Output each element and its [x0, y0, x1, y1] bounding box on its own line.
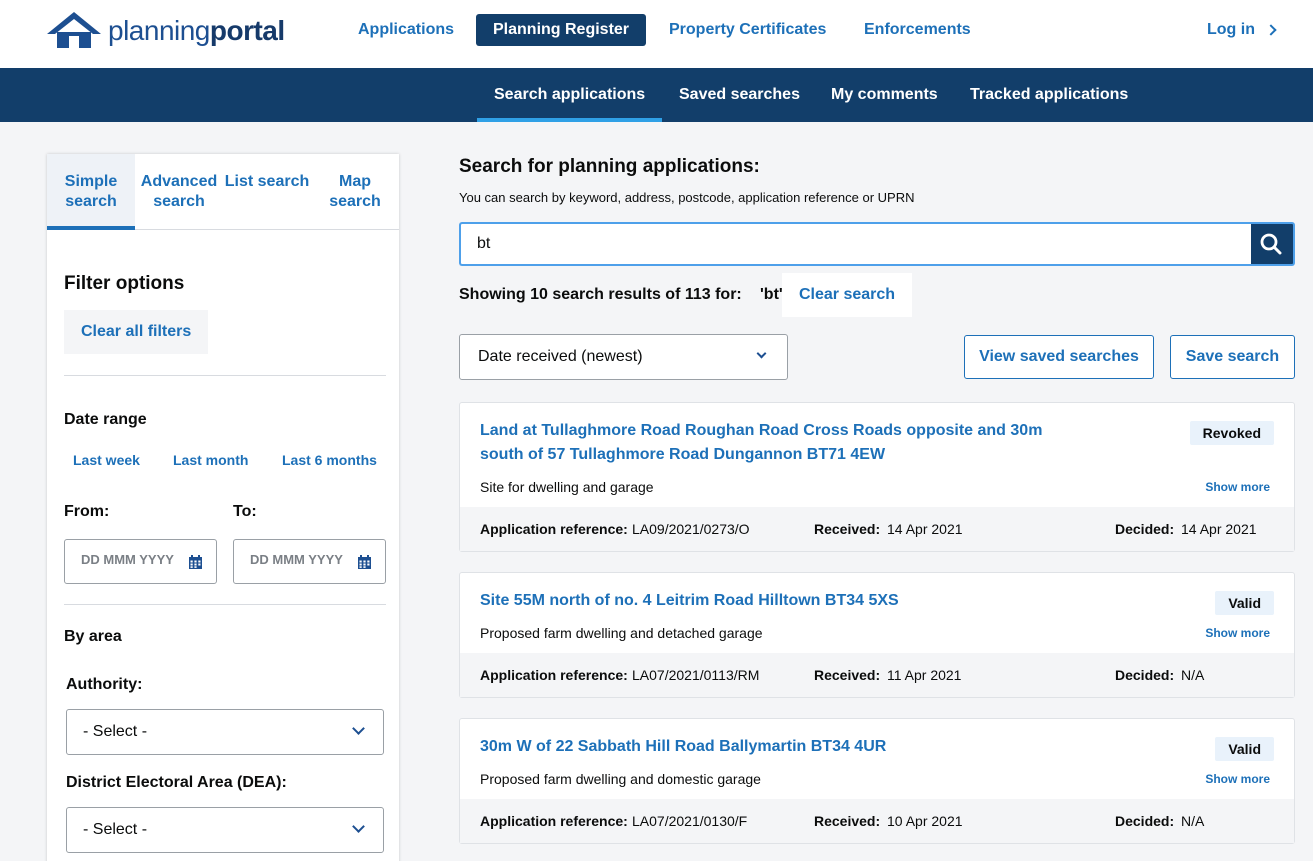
result-title-link[interactable]: Land at Tullaghmore Road Roughan Road Cr… [480, 419, 1050, 467]
logo-wordmark: planningportal [108, 15, 285, 46]
tab-simple-search[interactable]: Simple search [47, 154, 135, 230]
dea-label: District Electoral Area (DEA): [66, 774, 287, 791]
filter-panel: Simple search Advanced search List searc… [47, 154, 399, 861]
filter-options-heading: Filter options [64, 273, 185, 294]
nav-planning-register[interactable]: Planning Register [476, 14, 647, 46]
search-hint: You can search by keyword, address, post… [459, 190, 915, 205]
result-title-link[interactable]: Site 55M north of no. 4 Leitrim Road Hil… [480, 589, 1050, 613]
chevron-down-icon [352, 722, 365, 735]
received-value: 11 Apr 2021 [887, 667, 962, 683]
last-6-months-link[interactable]: Last 6 months [282, 452, 377, 468]
search-button[interactable] [1251, 222, 1295, 266]
subnav-tracked-applications[interactable]: Tracked applications [970, 68, 1128, 122]
secondary-nav: Search applications Saved searches My co… [0, 68, 1313, 122]
authority-label: Authority: [66, 676, 143, 693]
divider [64, 375, 386, 376]
show-more-link[interactable]: Show more [1205, 772, 1270, 786]
to-date-input[interactable] [250, 552, 345, 567]
search-input[interactable] [477, 235, 1217, 253]
clear-all-filters-button[interactable]: Clear all filters [64, 310, 209, 354]
chevron-right-icon [1265, 24, 1277, 36]
decided-label: Decided: [1115, 521, 1175, 537]
result-card: Site 55M north of no. 4 Leitrim Road Hil… [459, 572, 1295, 698]
decided-label: Decided: [1115, 813, 1175, 829]
results-summary: Showing 10 search results of 113 for: [459, 286, 742, 303]
tab-map-search[interactable]: Map search [311, 154, 399, 230]
result-description: Site for dwelling and garage [480, 479, 654, 495]
house-logo-icon [47, 12, 101, 48]
authority-selected-value: - Select - [83, 723, 148, 740]
show-more-link[interactable]: Show more [1205, 626, 1270, 640]
decided-value: N/A [1181, 667, 1205, 683]
planning-portal-logo[interactable]: planningportal [47, 11, 285, 51]
reference-label: Application reference: [480, 813, 628, 829]
calendar-icon[interactable] [189, 555, 202, 569]
decided-label: Decided: [1115, 667, 1175, 683]
calendar-icon[interactable] [358, 555, 371, 569]
nav-property-certificates[interactable]: Property Certificates [669, 14, 826, 46]
by-area-label: By area [64, 628, 122, 645]
divider [64, 604, 386, 605]
received-label: Received: [814, 813, 881, 829]
login-label: Log in [1207, 21, 1255, 38]
chevron-down-icon [352, 820, 365, 833]
status-badge: Revoked [1189, 421, 1274, 445]
reference-value: LA07/2021/0113/RM [632, 667, 760, 683]
top-header: planningportal Applications Planning Reg… [0, 0, 1313, 68]
decided-value: N/A [1181, 813, 1205, 829]
clear-search-button[interactable]: Clear search [782, 273, 913, 317]
tab-list-search[interactable]: List search [223, 154, 311, 230]
sort-select[interactable]: Date received (newest) [459, 334, 788, 380]
received-label: Received: [814, 667, 881, 683]
result-meta: Application reference: LA09/2021/0273/O … [460, 507, 1294, 551]
result-card: 30m W of 22 Sabbath Hill Road Ballymarti… [459, 718, 1295, 844]
received-value: 10 Apr 2021 [887, 813, 963, 829]
search-icon [1260, 233, 1282, 255]
search-type-tabs: Simple search Advanced search List searc… [47, 154, 399, 230]
nav-applications[interactable]: Applications [358, 14, 454, 46]
sort-selected-value: Date received (newest) [478, 348, 643, 365]
from-date-field[interactable] [64, 539, 217, 584]
nav-enforcements[interactable]: Enforcements [864, 14, 971, 46]
date-range-label: Date range [64, 411, 147, 428]
to-label: To: [233, 503, 257, 520]
subnav-search-applications[interactable]: Search applications [477, 68, 663, 122]
to-date-field[interactable] [233, 539, 386, 584]
login-link[interactable]: Log in [1207, 14, 1277, 46]
reference-label: Application reference: [480, 521, 628, 537]
page-title: Search for planning applications: [459, 156, 760, 177]
authority-select[interactable]: - Select - [66, 709, 384, 755]
result-card: Land at Tullaghmore Road Roughan Road Cr… [459, 402, 1295, 552]
result-description: Proposed farm dwelling and domestic gara… [480, 771, 761, 787]
status-badge: Valid [1215, 591, 1274, 615]
received-label: Received: [814, 521, 881, 537]
last-week-link[interactable]: Last week [73, 452, 140, 468]
dea-select[interactable]: - Select - [66, 807, 384, 853]
result-meta: Application reference: LA07/2021/0130/F … [460, 799, 1294, 843]
status-badge: Valid [1215, 737, 1274, 761]
dea-selected-value: - Select - [83, 821, 148, 838]
from-label: From: [64, 503, 110, 520]
reference-value: LA07/2021/0130/F [632, 813, 748, 829]
result-title-link[interactable]: 30m W of 22 Sabbath Hill Road Ballymarti… [480, 735, 1050, 759]
result-description: Proposed farm dwelling and detached gara… [480, 625, 763, 641]
show-more-link[interactable]: Show more [1205, 480, 1270, 494]
from-date-input[interactable] [81, 552, 176, 567]
last-month-link[interactable]: Last month [173, 452, 248, 468]
decided-value: 14 Apr 2021 [1181, 521, 1257, 537]
tab-advanced-search[interactable]: Advanced search [135, 154, 223, 230]
view-saved-searches-button[interactable]: View saved searches [964, 335, 1154, 379]
results-query: 'bt' [760, 286, 783, 303]
subnav-saved-searches[interactable]: Saved searches [679, 68, 800, 122]
subnav-my-comments[interactable]: My comments [831, 68, 938, 122]
reference-label: Application reference: [480, 667, 628, 683]
result-meta: Application reference: LA07/2021/0113/RM… [460, 653, 1294, 697]
chevron-down-icon [756, 348, 767, 359]
save-search-button[interactable]: Save search [1170, 335, 1295, 379]
search-field[interactable] [459, 222, 1251, 266]
reference-value: LA09/2021/0273/O [632, 521, 750, 537]
received-value: 14 Apr 2021 [887, 521, 963, 537]
